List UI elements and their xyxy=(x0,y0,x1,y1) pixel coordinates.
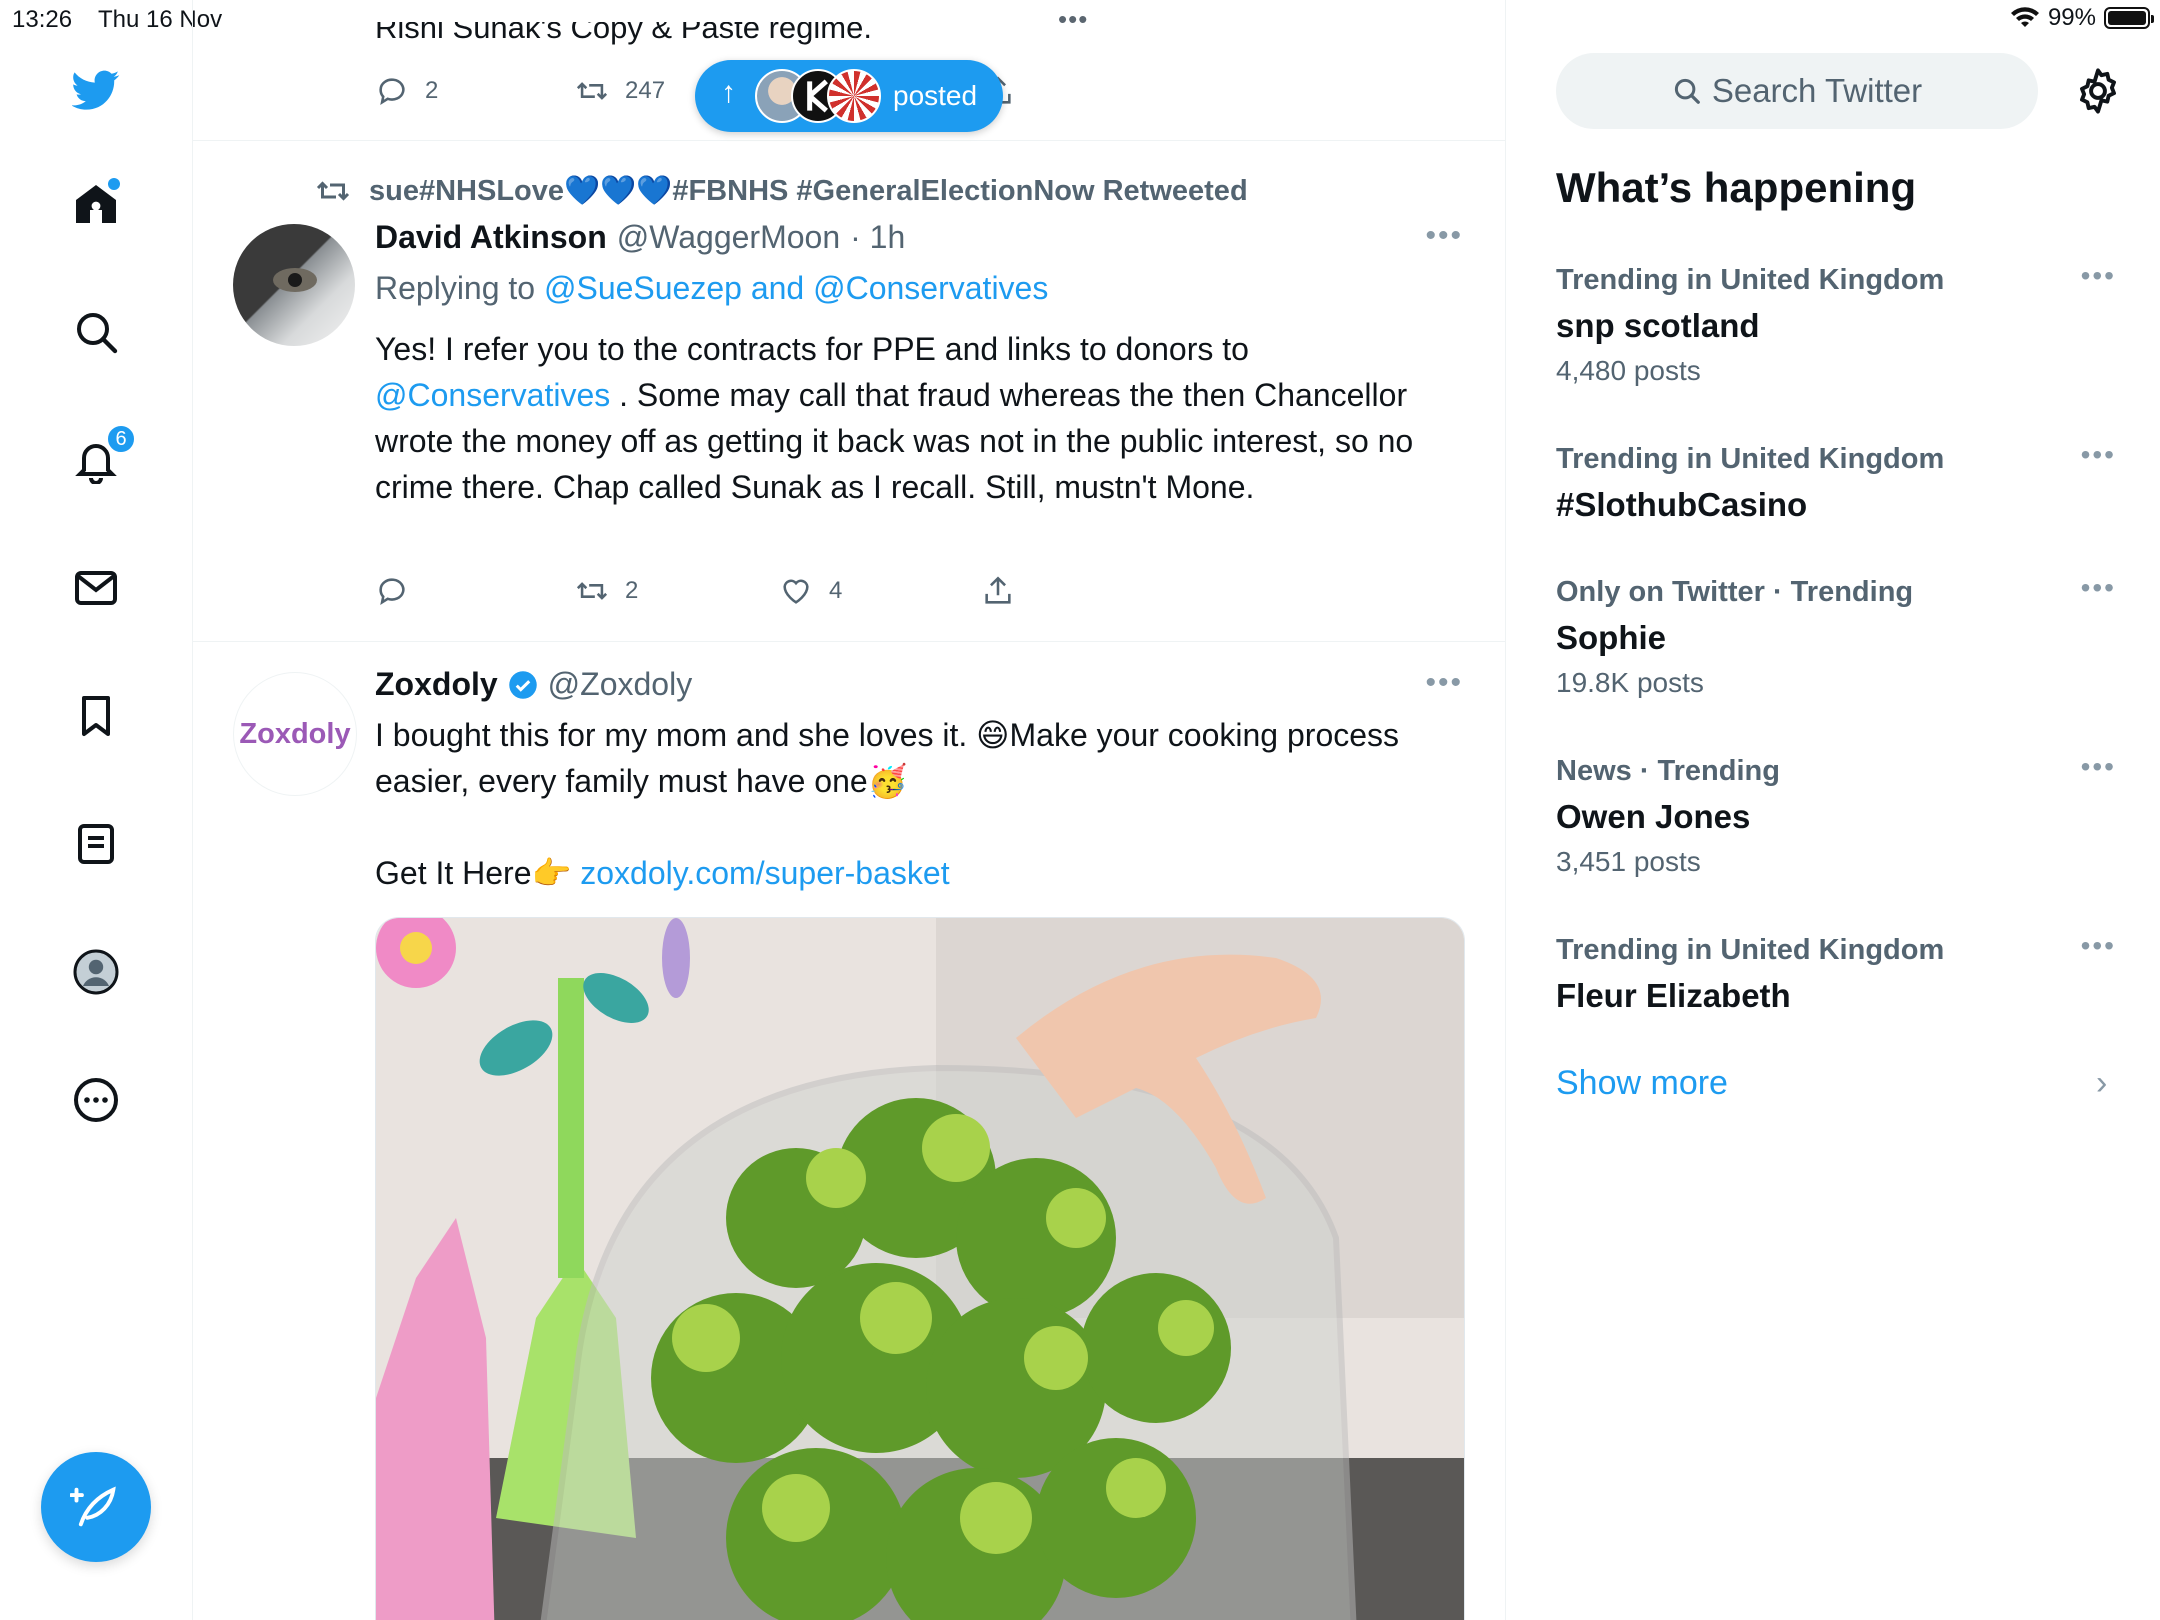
chevron-right-icon: › xyxy=(2096,1064,2108,1102)
bell-icon[interactable]: 6 xyxy=(66,424,136,490)
tweet-text: Yes! I refer you to the contracts for PP… xyxy=(375,326,1455,510)
home-new-dot xyxy=(108,178,120,190)
search-input[interactable]: Search Twitter xyxy=(1556,53,2038,129)
product-link[interactable]: zoxdoly.com/super-basket xyxy=(580,855,949,891)
pill-avatar-3 xyxy=(827,69,881,123)
tweet-text: I bought this for my mom and she loves i… xyxy=(375,717,1400,799)
left-nav: 6 xyxy=(0,0,193,1620)
compose-button[interactable] xyxy=(41,1452,151,1562)
retweet-context: sue#NHSLove💙💙💙#FBNHS #GeneralElectionNow… xyxy=(315,173,1248,209)
posted-label: posted xyxy=(893,80,978,111)
broccoli-basket-image xyxy=(376,918,1464,1620)
tweet-more-button[interactable]: ••• xyxy=(1425,219,1463,253)
right-sidebar: Search Twitter What’s happening Trending… xyxy=(1506,0,2160,1620)
notifications-badge: 6 xyxy=(106,424,136,454)
retweet-icon xyxy=(316,181,350,201)
trend-count: 19.8K posts xyxy=(1556,667,1704,698)
replying-to: Replying to @SueSuezep and @Conservative… xyxy=(375,270,1048,307)
avatar[interactable]: Zoxdoly xyxy=(233,672,357,796)
trend-context: Only on Twitter · Trending xyxy=(1556,576,1914,608)
get-it-label: Get It Here👉 xyxy=(375,855,572,891)
trend-context: News · Trending xyxy=(1556,755,1780,787)
trend-more-button[interactable]: ••• xyxy=(2081,930,2116,962)
more-icon[interactable] xyxy=(66,1070,126,1130)
trend-context: Trending in United Kingdom xyxy=(1556,443,1945,475)
gear-icon[interactable] xyxy=(2072,65,2124,117)
reply-icon xyxy=(379,78,405,105)
author-handle[interactable]: @Zoxdoly xyxy=(548,666,693,703)
trend-name: #SlothubCasino xyxy=(1556,486,1808,523)
search-icon xyxy=(1674,78,1700,104)
trend-context: Trending in United Kingdom xyxy=(1556,264,1945,296)
tweet-more-button[interactable]: ••• xyxy=(1425,666,1463,700)
like-action[interactable]: 4 xyxy=(779,574,842,608)
trend-item[interactable]: Only on Twitter · Trending Sophie 19.8K … xyxy=(1556,572,2116,699)
author-handle[interactable]: @WaggerMoon xyxy=(617,219,840,256)
reply-action[interactable] xyxy=(375,574,425,608)
arrow-up-icon: ↑ xyxy=(721,76,736,109)
prev-tweet-text: Rishi Sunak's Copy & Paste regime. xyxy=(375,22,872,45)
reply-count: 2 xyxy=(425,77,439,104)
trend-item[interactable]: Trending in United Kingdom #SlothubCasin… xyxy=(1556,439,2116,524)
reply-prefix: Replying to xyxy=(375,270,536,306)
heart-icon xyxy=(783,579,809,604)
mail-icon[interactable] xyxy=(66,558,126,618)
retweet-action[interactable]: 247 xyxy=(575,74,665,108)
trend-name: Sophie xyxy=(1556,619,1667,656)
retweet-count: 247 xyxy=(625,77,666,104)
tweet-cta: Get It Here👉 zoxdoly.com/super-basket xyxy=(375,850,1455,896)
bookmark-icon[interactable] xyxy=(66,686,126,746)
tweet-media-image[interactable] xyxy=(375,917,1465,1620)
verified-badge-icon xyxy=(508,670,537,699)
search-icon[interactable] xyxy=(66,302,126,362)
trend-more-button[interactable]: ••• xyxy=(2081,439,2116,471)
tweet-time: · 1h xyxy=(850,219,906,255)
share-icon xyxy=(985,576,1011,604)
profile-icon[interactable] xyxy=(66,942,126,1002)
timeline-feed[interactable]: Rishi Sunak's Copy & Paste regime. 2 247… xyxy=(193,0,1506,1620)
retweet-icon xyxy=(576,82,608,100)
reply-icon xyxy=(379,578,405,605)
retweet-action[interactable]: 2 xyxy=(575,574,638,608)
trend-context: Trending in United Kingdom xyxy=(1556,934,1945,966)
author-name[interactable]: David Atkinson xyxy=(375,219,607,256)
share-action[interactable] xyxy=(981,574,1015,608)
tweet-header: David Atkinson @WaggerMoon · 1h xyxy=(375,219,905,256)
tweet-text-part1: Yes! I refer you to the contracts for PP… xyxy=(375,331,1249,367)
reply-action[interactable]: 2 xyxy=(375,74,438,108)
trend-name: Fleur Elizabeth xyxy=(1556,977,1791,1014)
avatar[interactable] xyxy=(233,224,355,346)
home-icon[interactable] xyxy=(66,174,126,234)
reply-to-link[interactable]: @SueSuezep and @Conservatives xyxy=(544,270,1048,306)
whats-happening-title: What’s happening xyxy=(1556,164,1917,211)
like-count: 4 xyxy=(829,577,843,604)
avatar-label: Zoxdoly xyxy=(239,717,351,750)
compose-icon xyxy=(70,1486,116,1527)
author-name[interactable]: Zoxdoly xyxy=(375,666,498,703)
trend-more-button[interactable]: ••• xyxy=(2081,260,2116,292)
new-posts-pill[interactable]: ↑ posted xyxy=(695,60,1003,132)
trend-name: snp scotland xyxy=(1556,307,1760,344)
tweet[interactable]: sue#NHSLove💙💙💙#FBNHS #GeneralElectionNow… xyxy=(193,141,1505,642)
search-placeholder: Search Twitter xyxy=(1711,72,1923,109)
retweet-count: 2 xyxy=(625,577,639,604)
trend-item[interactable]: Trending in United Kingdom snp scotland … xyxy=(1556,260,2116,387)
retweeted-by: sue#NHSLove💙💙💙#FBNHS #GeneralElectionNow… xyxy=(369,175,1248,207)
trend-more-button[interactable]: ••• xyxy=(2081,572,2116,604)
tweet-header: Zoxdoly @Zoxdoly xyxy=(375,666,692,703)
trend-name: Owen Jones xyxy=(1556,798,1751,835)
trend-item[interactable]: Trending in United Kingdom Fleur Elizabe… xyxy=(1556,930,2116,1015)
show-more-link[interactable]: Show more xyxy=(1556,1064,1728,1103)
twitter-logo-icon[interactable] xyxy=(66,60,126,120)
trend-more-button[interactable]: ••• xyxy=(2081,751,2116,783)
mention-link[interactable]: @Conservatives xyxy=(375,377,610,413)
lists-icon[interactable] xyxy=(66,814,126,874)
trend-count: 4,480 posts xyxy=(1556,355,1701,386)
retweet-icon xyxy=(576,582,608,600)
trend-count: 3,451 posts xyxy=(1556,846,1701,877)
trend-item[interactable]: News · Trending Owen Jones 3,451 posts •… xyxy=(1556,751,2116,878)
